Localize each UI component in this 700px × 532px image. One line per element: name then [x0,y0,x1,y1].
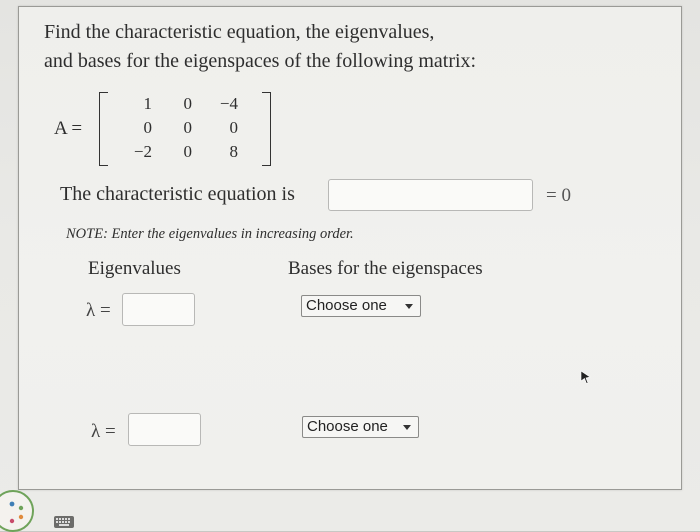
select-1-value: Choose one [306,297,387,314]
select-2-value: Choose one [307,418,388,435]
eigenspace-bases-header: Bases for the eigenspaces [288,258,483,279]
matrix-cell: −4 [219,94,238,113]
question-prompt: Find the characteristic equation, the ei… [44,18,476,76]
eigenvalue-2-input[interactable] [128,413,201,446]
question-line-1: Find the characteristic equation, the ei… [44,21,435,43]
matrix-left-bracket [99,92,108,166]
eigenspace-basis-2-select[interactable]: Choose one [302,416,419,438]
matrix-cell: 0 [183,94,193,113]
matrix-cell: 0 [183,118,193,137]
mouse-pointer-icon [580,370,591,384]
eigenspace-basis-1-select[interactable]: Choose one [301,295,421,317]
matrix-cell: 0 [229,118,239,137]
matrix-cell: 0 [143,118,153,137]
question-line-2: and bases for the eigenspaces of the fol… [44,50,477,72]
characteristic-equation-label: The characteristic equation is [60,183,295,205]
matrix-cell: 0 [183,142,193,161]
chevron-down-icon [405,304,413,309]
ordering-note: NOTE: Enter the eigenvalues in increasin… [66,226,354,242]
matrix-label: A = [54,118,83,139]
eigenvalues-header: Eigenvalues [88,258,181,279]
keyboard-icon[interactable] [54,516,74,528]
matrix-grid: 1 0 −4 0 0 0 −2 0 8 [110,92,260,164]
chevron-down-icon [403,425,411,430]
characteristic-equation-input[interactable] [328,179,533,211]
page-background: Find the characteristic equation, the ei… [0,0,700,532]
matrix-cell: −2 [133,142,152,161]
palette-icon[interactable] [0,490,34,532]
matrix-cell: 8 [229,142,239,161]
matrix-right-bracket [262,92,271,166]
equals-zero-label: = 0 [546,185,571,206]
matrix-cell: 1 [143,94,153,113]
eigenvalue-1-input[interactable] [122,293,195,326]
lambda-2-label: λ = [91,421,116,442]
lambda-1-label: λ = [86,300,111,321]
